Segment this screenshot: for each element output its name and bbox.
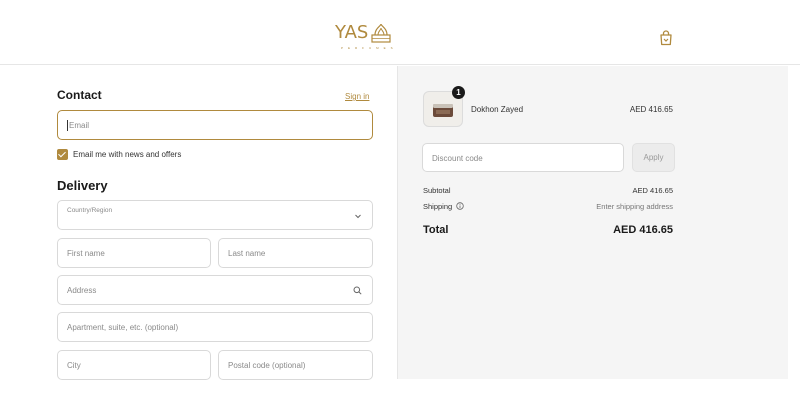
chevron-down-icon [355, 214, 361, 219]
search-icon[interactable] [353, 286, 362, 295]
total-label: Total [423, 224, 449, 236]
product-name: Dokhon Zayed [471, 105, 524, 114]
postal-code-placeholder: Postal code (optional) [228, 361, 306, 370]
info-icon[interactable] [456, 202, 464, 210]
apply-discount-button[interactable]: Apply [632, 143, 675, 172]
logo-subtext: PERFUMES [341, 46, 398, 50]
subtotal-value: AED 416.65 [632, 186, 673, 195]
city-field[interactable]: City [57, 350, 211, 380]
shopping-bag-icon[interactable] [657, 29, 675, 47]
shipping-row: Shipping [423, 202, 464, 211]
marketing-opt-in[interactable]: Email me with news and offers [57, 148, 181, 160]
marketing-label: Email me with news and offers [73, 149, 182, 159]
contact-title: Contact [57, 88, 102, 102]
country-select[interactable]: Country/Region [57, 200, 373, 230]
sign-in-link[interactable]: Sign in [345, 92, 369, 101]
country-label: Country/Region [67, 207, 113, 214]
first-name-placeholder: First name [67, 249, 105, 258]
logo-emblem-icon [371, 23, 391, 43]
subtotal-label: Subtotal [423, 186, 451, 195]
address-field[interactable]: Address [57, 275, 373, 305]
product-price: AED 416.65 [629, 105, 673, 114]
checkout-header: YAS PERFUMES [0, 0, 800, 65]
marketing-checkbox[interactable] [57, 148, 68, 160]
city-placeholder: City [67, 361, 81, 370]
text-cursor [67, 120, 68, 131]
logo-text: YAS [335, 22, 369, 43]
apartment-placeholder: Apartment, suite, etc. (optional) [67, 323, 179, 332]
delivery-title: Delivery [57, 178, 108, 193]
discount-placeholder: Discount code [432, 154, 483, 163]
product-image [433, 104, 453, 117]
total-value: AED 416.65 [613, 224, 673, 236]
postal-code-field[interactable]: Postal code (optional) [218, 350, 373, 380]
shipping-value: Enter shipping address [596, 202, 673, 211]
brand-logo[interactable]: YAS PERFUMES [335, 22, 393, 50]
last-name-field[interactable]: Last name [218, 238, 373, 268]
apartment-field[interactable]: Apartment, suite, etc. (optional) [57, 312, 373, 342]
first-name-field[interactable]: First name [57, 238, 211, 268]
email-placeholder: Email [69, 121, 90, 130]
shipping-label: Shipping [423, 202, 453, 211]
last-name-placeholder: Last name [228, 249, 266, 258]
email-field[interactable]: Email [57, 110, 373, 140]
address-placeholder: Address [67, 286, 97, 295]
quantity-badge: 1 [452, 86, 465, 99]
discount-code-field[interactable]: Discount code [422, 143, 624, 172]
